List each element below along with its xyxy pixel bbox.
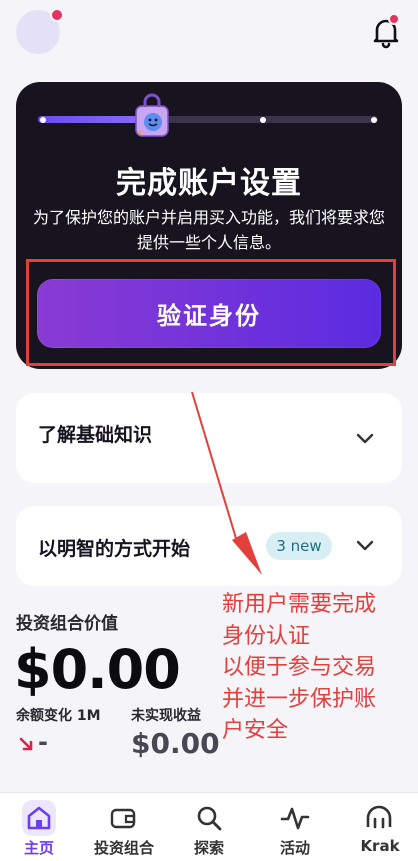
smart-start-title: 以明智的方式开始 bbox=[38, 538, 191, 560]
trend-down-icon bbox=[19, 737, 33, 751]
setup-title: 完成账户设置 bbox=[116, 166, 302, 201]
nav-activity[interactable]: 活动 bbox=[270, 837, 320, 858]
portfolio-value: $0.00 bbox=[14, 638, 181, 701]
bell-notification-dot bbox=[388, 13, 400, 25]
unrealized-gain-label: 未实现收益 bbox=[131, 708, 201, 724]
setup-description: 为了保护您的账户并启用买入功能，我们将要求您提供一些个人信息。 bbox=[32, 208, 385, 252]
nav-portfolio[interactable]: 投资组合 bbox=[84, 837, 164, 858]
balance-change-label: 余额变化 1M bbox=[16, 708, 101, 724]
chevron-down-icon[interactable] bbox=[356, 540, 374, 552]
krak-icon[interactable] bbox=[364, 803, 394, 833]
nav-home[interactable]: 主页 bbox=[14, 837, 64, 858]
verify-identity-button[interactable]: 验证身份 bbox=[37, 279, 381, 348]
progress-step-dot bbox=[371, 116, 377, 123]
avatar-notification-dot bbox=[50, 8, 64, 22]
balance-change-value: - bbox=[38, 728, 48, 756]
nav-explore[interactable]: 探索 bbox=[184, 837, 234, 858]
shopping-bag-icon bbox=[135, 93, 169, 137]
wallet-icon[interactable] bbox=[108, 803, 138, 833]
new-count-badge: 3 new bbox=[266, 532, 332, 560]
progress-step-dot bbox=[40, 116, 46, 123]
progress-step-dot bbox=[260, 116, 266, 123]
learn-basics-title: 了解基础知识 bbox=[38, 424, 153, 446]
activity-icon[interactable] bbox=[280, 803, 310, 833]
nav-krak[interactable]: Krak bbox=[356, 837, 404, 855]
unrealized-gain-value: $0.00 bbox=[131, 727, 220, 760]
portfolio-value-label: 投资组合价值 bbox=[16, 614, 118, 634]
search-icon[interactable] bbox=[194, 803, 224, 833]
annotation-text: 新用户需要完成 身份认证 以便于参与交易 并进一步保护账 户安全 bbox=[222, 592, 377, 743]
home-icon[interactable] bbox=[24, 803, 54, 833]
chevron-down-icon[interactable] bbox=[356, 433, 374, 445]
